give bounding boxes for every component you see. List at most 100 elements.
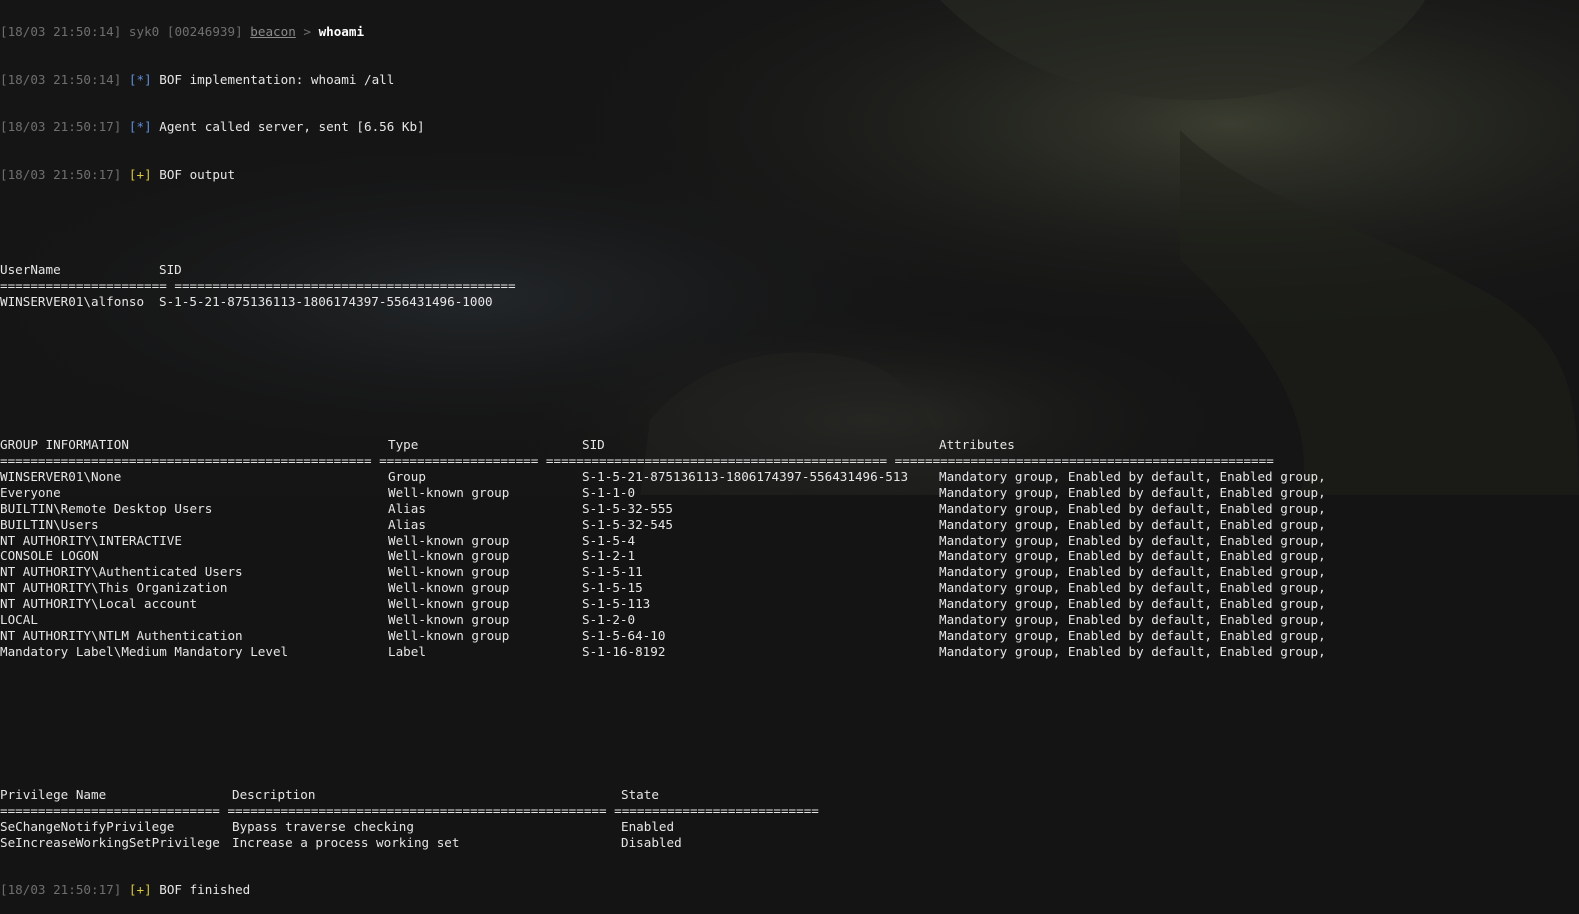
table-cell: Well-known group [388, 564, 510, 580]
group-table: GROUP INFORMATION Type SID Attributes ======… [0, 437, 1579, 659]
success-marker: [+] [128, 882, 152, 898]
table-cell: Increase a process working set [232, 834, 460, 850]
success-marker: [+] [128, 166, 152, 182]
table-cell: BUILTIN\Remote Desktop Users [0, 500, 213, 516]
prompt-arrow: > [303, 23, 311, 39]
table-cell: S-1-5-64-10 [582, 627, 666, 643]
table-cell: Well-known group [388, 596, 510, 612]
info-marker: [*] [128, 71, 152, 87]
operator-name: syk0 [128, 23, 160, 39]
column-header: Attributes [939, 437, 1015, 453]
table-row: Mandatory Label\Medium Mandatory Level La… [0, 644, 1579, 660]
table-cell: NT AUTHORITY\Local account [0, 596, 198, 612]
table-cell: S-1-5-21-875136113-1806174397-556431496-… [582, 469, 909, 484]
log-line: [18/03 21:50:14] [*] BOF implementation:… [0, 72, 1579, 88]
table-cell: Alias [388, 516, 426, 532]
table-cell: Well-known group [388, 612, 510, 628]
table-cell: Mandatory group, Enabled by default, Ena… [939, 612, 1326, 628]
table-cell: LOCAL [0, 612, 38, 628]
column-header: Type [388, 437, 419, 453]
table-cell: Disabled [621, 834, 682, 850]
timestamp: [18/03 21:50:14] [0, 71, 122, 87]
table-cell: S-1-5-32-545 [582, 516, 673, 532]
table-cell: Mandatory group, Enabled by default, Ena… [939, 484, 1326, 500]
table-cell: NT AUTHORITY\INTERACTIVE [0, 532, 182, 548]
beacon-link[interactable]: beacon [250, 24, 296, 39]
table-cell: NT AUTHORITY\Authenticated Users [0, 564, 243, 580]
table-row: Everyone Well-known group S-1-1-0 Mandatory… [0, 485, 1579, 501]
prompt-line: [18/03 21:50:14] syk0 [00246939] beacon … [0, 24, 1579, 40]
process-id: [00246939] [166, 23, 243, 39]
table-row: NT AUTHORITY\INTERACTIVE Well-known group… [0, 533, 1579, 549]
table-row: NT AUTHORITY\Local account Well-known gro… [0, 596, 1579, 612]
table-cell: S-1-2-0 [582, 612, 636, 628]
table-cell: NT AUTHORITY\NTLM Authentication [0, 627, 243, 643]
table-cell: BUILTIN\Users [0, 516, 99, 532]
table-cell: S-1-5-113 [582, 596, 651, 612]
table-cell: Mandatory group, Enabled by default, Ena… [939, 469, 1326, 484]
table-cell: Mandatory group, Enabled by default, Ena… [939, 596, 1326, 612]
table-separator: ========================================… [0, 453, 1274, 469]
table-cell: Mandatory group, Enabled by default, Ena… [939, 500, 1326, 516]
table-row: WINSERVER01\alfonso S-1-5-21-875136113-18… [0, 294, 1579, 310]
table-cell: S-1-16-8192 [582, 643, 666, 659]
table-cell: Bypass traverse checking [232, 818, 414, 834]
column-header: Privilege Name [0, 786, 107, 802]
table-cell: Well-known group [388, 484, 510, 500]
timestamp: [18/03 21:50:17] [0, 119, 122, 135]
column-header: GROUP INFORMATION [0, 437, 129, 453]
table-cell: S-1-5-21-875136113-1806174397-556431496-… [159, 294, 493, 310]
table-cell: Mandatory group, Enabled by default, Ena… [939, 643, 1326, 659]
terminal-output: [18/03 21:50:14] syk0 [00246939] beacon … [0, 0, 1579, 914]
table-cell: Mandatory Label\Medium Mandatory Level [0, 643, 289, 659]
table-row: SeChangeNotifyPrivilege Bypass traverse c… [0, 819, 1579, 835]
user-table: UserName SID ====================== ======… [0, 262, 1579, 310]
column-header: SID [159, 262, 182, 278]
column-header: UserName [0, 262, 61, 278]
table-row: NT AUTHORITY\Authenticated Users Well-kno… [0, 564, 1579, 580]
table-cell: Mandatory group, Enabled by default, Ena… [939, 532, 1326, 548]
table-cell: Mandatory group, Enabled by default, Ena… [939, 548, 1326, 564]
table-cell: Well-known group [388, 580, 510, 596]
timestamp: [18/03 21:50:17] [0, 166, 122, 182]
table-cell: CONSOLE LOGON [0, 548, 99, 564]
table-header: Privilege Name Description State [0, 787, 1579, 803]
table-cell: Mandatory group, Enabled by default, Ena… [939, 580, 1326, 596]
table-row: NT AUTHORITY\NTLM Authentication Well-kno… [0, 628, 1579, 644]
timestamp: [18/03 21:50:17] [0, 882, 122, 898]
table-cell: S-1-2-1 [582, 548, 636, 564]
timestamp: [18/03 21:50:14] [0, 23, 122, 39]
log-text: BOF implementation: whoami /all [159, 71, 395, 87]
table-row: SeIncreaseWorkingSetPrivilege Increase a … [0, 835, 1579, 851]
table-cell: SeIncreaseWorkingSetPrivilege [0, 834, 220, 850]
table-cell: Mandatory group, Enabled by default, Ena… [939, 627, 1326, 643]
table-separator: ====================== =================… [0, 278, 516, 294]
info-marker: [*] [128, 119, 152, 135]
finished-line: [18/03 21:50:17] [+] BOF finished [0, 882, 1579, 898]
log-text: BOF finished [159, 882, 251, 898]
table-row: WINSERVER01\None Group S-1-5-21-875136113-… [0, 469, 1579, 485]
command-text: whoami [318, 23, 365, 39]
table-header: UserName SID [0, 262, 1579, 278]
table-cell: Well-known group [388, 548, 510, 564]
table-row: CONSOLE LOGON Well-known group S-1-2-1 Mand… [0, 548, 1579, 564]
table-cell: Well-known group [388, 532, 510, 548]
table-cell: S-1-5-4 [582, 532, 636, 548]
table-cell: S-1-5-32-555 [582, 500, 673, 516]
table-cell: Alias [388, 500, 426, 516]
table-separator: ============================= ==========… [0, 802, 819, 818]
table-row: BUILTIN\Remote Desktop Users Alias S-1-5-3… [0, 501, 1579, 517]
column-header: State [621, 786, 659, 802]
table-cell: Well-known group [388, 627, 510, 643]
table-cell: WINSERVER01\None [0, 469, 122, 484]
table-cell: S-1-5-15 [582, 580, 643, 596]
table-cell: Mandatory group, Enabled by default, Ena… [939, 564, 1326, 580]
table-row: BUILTIN\Users Alias S-1-5-32-545 Mandatory … [0, 517, 1579, 533]
log-line: [18/03 21:50:17] [+] BOF output [0, 167, 1579, 183]
log-text: BOF output [159, 166, 236, 182]
table-cell: NT AUTHORITY\This Organization [0, 580, 228, 596]
table-cell: Group [388, 469, 426, 484]
table-cell: SeChangeNotifyPrivilege [0, 818, 175, 834]
table-row: NT AUTHORITY\This Organization Well-known… [0, 580, 1579, 596]
column-header: Description [232, 786, 316, 802]
